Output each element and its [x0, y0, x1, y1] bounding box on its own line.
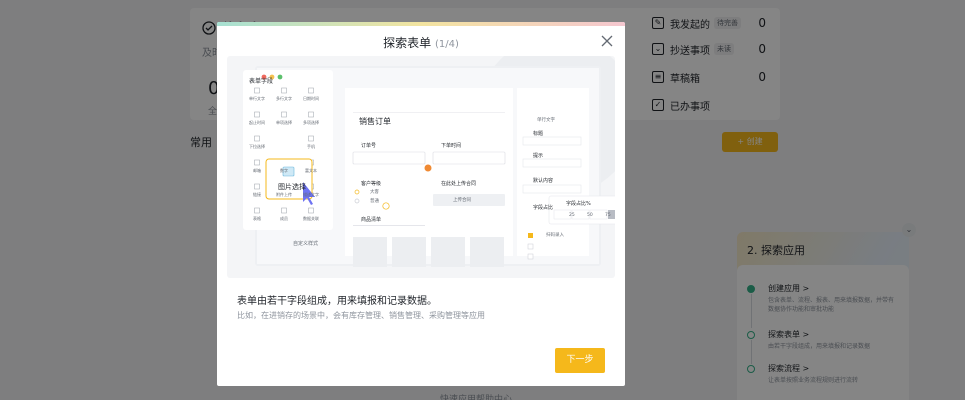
field-product-list: 商品清单 — [361, 217, 382, 223]
checkbox-scan-label: 扫码录入 — [546, 233, 564, 238]
modal-hint: 比如，在进销存的场景中，会有库存管理、销售管理、采购管理等应用 — [237, 311, 485, 320]
palette-item-label: 起止时间 — [249, 120, 265, 125]
palette-item-label: 下拉选择 — [249, 144, 265, 149]
prop-single-line: 单行文字 — [537, 118, 555, 123]
field-customer-level: 客户等级 — [361, 181, 382, 187]
palette-item-label: 多项选择 — [303, 120, 319, 125]
explore-form-modal: 探索表单 (1/4) 表单字段 单行文字 多行文字 日期时间 起止时间 单项选择… — [217, 22, 625, 386]
palette-item-label: 表格 — [253, 216, 261, 221]
field-order-time: 下单时间 — [441, 143, 462, 149]
palette-item-label: 数字 — [280, 168, 288, 173]
palette-item-label: 描述文字 — [303, 192, 319, 197]
next-step-button[interactable]: 下一步 — [555, 348, 605, 373]
percent-75: 75 — [605, 213, 611, 218]
palette-item-label: 单行文字 — [249, 96, 265, 101]
palette-item-label: 单项选择 — [276, 120, 292, 125]
close-icon[interactable] — [600, 34, 614, 48]
radio-option-vip: 大客 — [370, 190, 379, 195]
prop-title: 标题 — [533, 131, 544, 137]
palette-item-label: 成员 — [280, 216, 288, 221]
drag-field-label: 图片选择 — [278, 183, 306, 191]
field-order-no: 订单号 — [361, 143, 377, 149]
palette-footer: 自定义样式 — [293, 241, 319, 247]
modal-accent-bar — [217, 22, 625, 26]
percent-25: 25 — [569, 213, 575, 218]
upload-contract-button: 上传合同 — [453, 198, 471, 203]
palette-item-label: 链接 — [253, 192, 261, 197]
form-illustration: 表单字段 单行文字 多行文字 日期时间起止时间 单项选择 多项选择下拉选择 手机邮箱 数字 富… — [227, 56, 615, 278]
palette-item-label: 日期时间 — [303, 96, 319, 101]
palette-item-label: 附件上传 — [276, 192, 292, 197]
palette-item-label: 富文本 — [305, 168, 317, 173]
percent-title: 字段占比% — [566, 201, 591, 207]
palette-item-label: 邮箱 — [253, 168, 261, 173]
modal-title: 探索表单 (1/4) — [383, 36, 459, 50]
palette-title: 表单字段 — [249, 78, 274, 85]
form-title: 销售订单 — [359, 117, 391, 126]
palette-item-label: 手机 — [307, 144, 315, 149]
prop-hint: 提示 — [533, 153, 544, 159]
prop-width: 字段占比 — [533, 205, 554, 211]
field-upload-contract: 在此处上传合同 — [441, 181, 477, 187]
palette-item-label: 多行文字 — [276, 96, 292, 101]
form-builder-illustration — [243, 56, 615, 267]
percent-50: 50 — [587, 213, 593, 218]
radio-option-normal: 普通 — [370, 199, 379, 204]
modal-progress: (1/4) — [434, 39, 459, 50]
prop-default: 默认内容 — [533, 178, 554, 184]
palette-item-label: 数据关联 — [303, 216, 319, 221]
modal-description: 表单由若干字段组成，用来填报和记录数据。 — [237, 296, 437, 307]
